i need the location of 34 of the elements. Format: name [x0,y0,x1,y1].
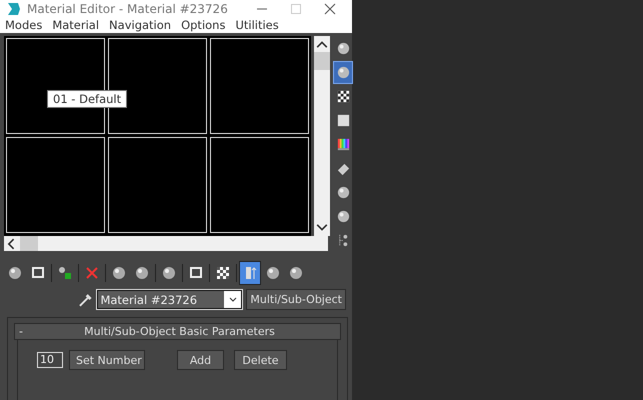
sample-slot[interactable] [108,137,207,233]
menu-item[interactable]: Modes [2,18,46,32]
square-icon[interactable] [336,113,350,128]
sphere-icon[interactable] [336,185,350,200]
scroll-thumb[interactable] [314,52,330,70]
sphere-icon[interactable] [336,41,350,56]
material-name-field[interactable]: Material #23726 [97,290,242,309]
sample-slot[interactable] [210,38,309,134]
panel-button[interactable]: Delete [234,350,287,370]
checker-icon[interactable] [336,89,350,104]
count-field[interactable]: 10 [37,352,63,368]
sphere-icon[interactable] [336,209,350,224]
app-logo-icon [6,0,22,17]
color-bars-icon[interactable] [336,137,350,152]
menu-item[interactable]: Navigation [106,18,174,32]
material-type-button[interactable]: Multi/Sub-Object [246,289,346,310]
menu-item[interactable]: Material [49,18,102,32]
collapse-toggle[interactable]: - [15,325,31,338]
vertical-scrollbar[interactable] [314,36,330,236]
close-icon[interactable] [324,2,336,15]
panel-button[interactable]: Set Number [69,350,145,370]
tooltip: 01 - Default [47,90,128,108]
sphere-icon[interactable] [336,65,350,80]
sample-slot[interactable] [210,137,309,233]
dropdown-caret-icon[interactable] [228,294,238,304]
rollout-title: Multi/Sub-Object Basic Parameters [83,325,276,338]
rollout-header[interactable]: - Multi/Sub-Object Basic Parameters [14,323,341,340]
sample-slot[interactable] [6,137,105,233]
window-title: Material Editor - Material #23726 [27,2,229,16]
horizontal-scrollbar[interactable] [4,236,328,251]
menu-item[interactable]: Options [178,18,228,32]
scroll-thumb[interactable] [20,236,38,251]
menu-item[interactable]: Utilities [232,18,282,32]
panel-button[interactable]: Add [177,350,224,370]
